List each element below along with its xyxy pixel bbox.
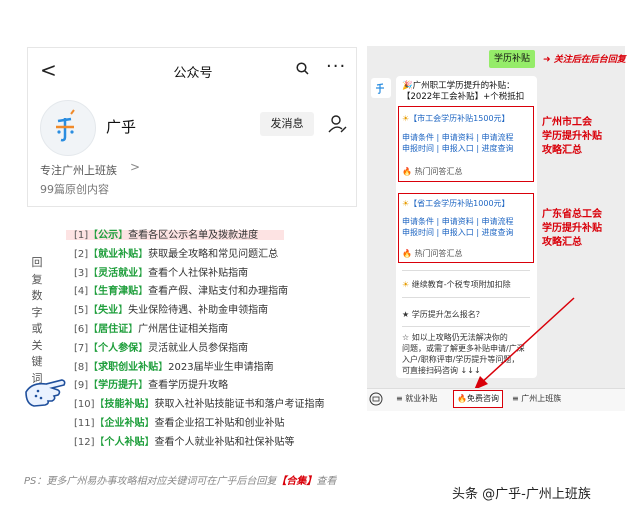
province-union-faq[interactable]: 🔥 热门问答汇总 bbox=[402, 248, 463, 259]
account-name: 广乎 bbox=[106, 118, 137, 136]
avatar bbox=[40, 100, 96, 156]
sun-icon: ☀ bbox=[402, 280, 412, 289]
logo-icon bbox=[56, 109, 75, 142]
keyboard-icon[interactable] bbox=[369, 392, 383, 406]
profile-card: < 公众号 ··· 广乎 发消息 专注广州上班族 > 99篇原创内容 bbox=[27, 47, 357, 207]
list-item: [8]【求职创业补贴】2023届毕业生申请指南 bbox=[74, 361, 274, 373]
more-icon[interactable]: ··· bbox=[326, 56, 346, 77]
keyword: 公示 bbox=[98, 230, 119, 241]
sent-message-bubble: 学历补贴 bbox=[489, 50, 535, 68]
city-union-faq[interactable]: 🔥 热门问答汇总 bbox=[402, 166, 463, 177]
city-union-label: 广州市工会 学历提升补贴 攻略汇总 bbox=[542, 117, 602, 156]
ps-note: PS：更多广州易办事攻略相对应关键词可在广乎后台回复【合集】查看 bbox=[24, 476, 337, 487]
arrow-right-icon: ➜ bbox=[543, 55, 554, 65]
keyword: 企业补贴 bbox=[104, 417, 145, 429]
list-item: [10]【技能补贴】获取入社补贴技能证书和落户考证指南 bbox=[74, 399, 325, 411]
account-bio: 专注广州上班族 bbox=[40, 164, 117, 177]
free-consult-button[interactable]: 🔥免费咨询 bbox=[453, 390, 503, 408]
keyword: 个人补贴 bbox=[104, 436, 145, 448]
pointer-arrow bbox=[474, 297, 575, 390]
list-item: [3]【灵活就业】查看个人社保补贴指南 bbox=[74, 267, 249, 279]
watermark: 头条 @广乎-广州上班族 bbox=[452, 487, 591, 502]
province-union-heading[interactable]: ☀【省工会学历补贴1000元】 bbox=[402, 198, 510, 209]
list-item: [12]【个人补贴】查看个人就业补贴和社保补贴等 bbox=[74, 436, 295, 448]
reply-hint-label: 回复数字或关键词 bbox=[31, 256, 43, 385]
search-icon[interactable] bbox=[296, 62, 309, 75]
divider bbox=[402, 270, 530, 271]
logo-icon bbox=[376, 83, 384, 94]
keyword: 就业补贴 bbox=[98, 248, 139, 260]
keyword: 生育津贴 bbox=[98, 286, 139, 298]
list-item: [11]【企业补贴】查看企业招工补贴和创业补贴 bbox=[74, 417, 285, 429]
original-count: 99篇原创内容 bbox=[40, 183, 109, 196]
reply-title: 🎉广州职工学历提升的补贴： 【2022年工会补贴】+个税抵扣 bbox=[402, 81, 525, 102]
city-union-heading[interactable]: ☀【市工会学历补贴1500元】 bbox=[402, 113, 510, 124]
send-message-button[interactable]: 发消息 bbox=[260, 112, 314, 136]
menu-item-employment-subsidy[interactable]: ≡ 就业补贴 bbox=[396, 388, 437, 410]
city-union-links[interactable]: 申请条件 | 申请资料 | 申请流程 申报时间 | 申报入口 | 进度查询 bbox=[402, 132, 514, 154]
list-item: [7]【个人参保】灵活就业人员参保指南 bbox=[74, 342, 249, 354]
menu-item-guangzhou-workers[interactable]: ≡ 广州上班族 bbox=[512, 388, 561, 410]
user-settings-icon[interactable] bbox=[325, 112, 349, 136]
province-union-links[interactable]: 申请条件 | 申请资料 | 申请流程 申报时间 | 申报入口 | 进度查询 bbox=[402, 216, 514, 238]
keyword-list: [1]【公示】查看各区公示名单及拨款进度 [2]【就业补贴】获取最全攻略和常见问… bbox=[74, 227, 325, 453]
keyword: 居住证 bbox=[98, 323, 129, 335]
keyword: 技能补贴 bbox=[104, 399, 145, 411]
menu-icon: ≡ bbox=[396, 394, 406, 403]
list-item: [2]【就业补贴】获取最全攻略和常见问题汇总 bbox=[74, 248, 279, 260]
province-union-label: 广东省总工会 学历提升补贴 攻略汇总 bbox=[542, 209, 602, 248]
chevron-right-icon[interactable]: > bbox=[130, 160, 140, 174]
list-item: [1]【公示】查看各区公示名单及拨款进度 bbox=[74, 230, 259, 241]
tax-deduction-link[interactable]: ☀ 继续教育-个税专项附加扣除 bbox=[402, 279, 511, 290]
list-item: [9]【学历提升】查看学历提升攻略 bbox=[74, 380, 229, 392]
pointer-hand-icon bbox=[25, 379, 66, 407]
bot-avatar bbox=[371, 78, 391, 98]
list-item: [5]【失业】失业保险待遇、补助金申领指南 bbox=[74, 305, 269, 317]
list-item: [6]【居住证】广州居住证相关指南 bbox=[74, 323, 229, 335]
list-item: [4]【生育津贴】查看产假、津贴支付和办理指南 bbox=[74, 286, 289, 298]
keyword: 灵活就业 bbox=[98, 267, 139, 279]
keyword: 学历提升 bbox=[98, 380, 139, 392]
ps-keyword: 【合集】 bbox=[276, 476, 317, 487]
menu-icon: ≡ bbox=[512, 394, 522, 403]
keyword: 求职创业补贴 bbox=[98, 361, 159, 373]
fire-icon: 🔥 bbox=[457, 394, 467, 403]
reply-instruction: ➜ 关注后在后台回复 bbox=[543, 55, 626, 65]
keyword: 失业 bbox=[98, 305, 119, 317]
keyword: 个人参保 bbox=[98, 342, 139, 354]
